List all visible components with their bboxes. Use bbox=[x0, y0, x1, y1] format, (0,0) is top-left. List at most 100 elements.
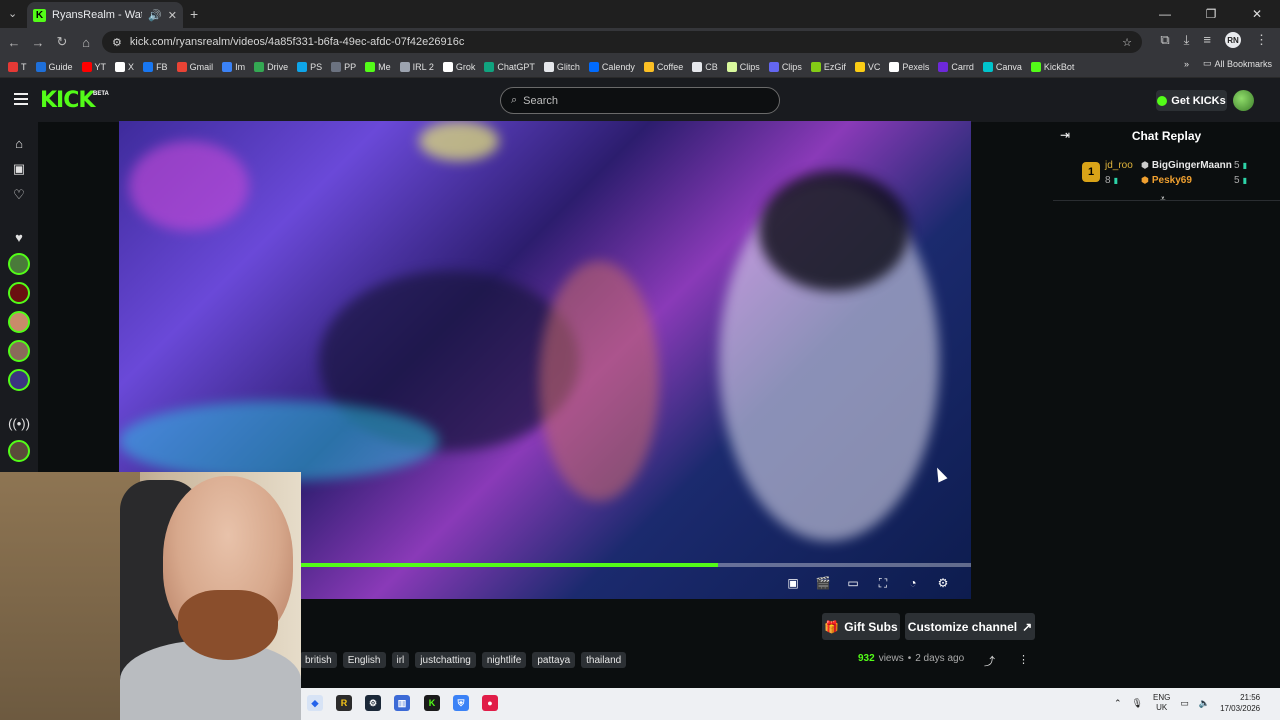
shield-icon[interactable]: ⛨ bbox=[453, 695, 469, 711]
bookmark-item[interactable]: Carrd bbox=[938, 61, 974, 72]
tag-chip[interactable]: british bbox=[300, 652, 337, 668]
followed-channel-avatar[interactable] bbox=[8, 253, 30, 275]
bookmark-item[interactable]: Drive bbox=[254, 61, 288, 72]
reload-icon[interactable]: ↻ bbox=[50, 34, 74, 50]
share-icon[interactable]: ⤴ bbox=[984, 653, 995, 669]
leaderboard-entry[interactable]: jd_roo bbox=[1105, 160, 1133, 171]
gift-count: 5 bbox=[1234, 160, 1240, 171]
taskbar-app-icon[interactable]: R bbox=[336, 695, 352, 711]
bookmark-item[interactable]: Me bbox=[365, 61, 391, 72]
bookmark-item[interactable]: T bbox=[8, 61, 27, 72]
minimize-icon[interactable]: — bbox=[1142, 0, 1188, 28]
followed-channel-avatar[interactable] bbox=[8, 340, 30, 362]
tag-chip[interactable]: thailand bbox=[581, 652, 627, 668]
bookmark-item[interactable]: X bbox=[115, 61, 134, 72]
all-bookmarks-button[interactable]: ▭ All Bookmarks bbox=[1203, 58, 1272, 69]
tab-audio-icon[interactable]: 🔊 bbox=[148, 9, 162, 22]
extensions-icon[interactable]: ⧉ bbox=[1160, 32, 1169, 48]
bookmark-item[interactable]: ChatGPT bbox=[484, 61, 535, 72]
bookmark-item[interactable]: Im bbox=[222, 61, 245, 72]
clock[interactable]: 21:56 17/03/2026 bbox=[1220, 692, 1260, 714]
theater-mode-icon[interactable]: ▭ bbox=[846, 576, 860, 590]
site-info-icon[interactable]: ⚙ bbox=[112, 36, 122, 49]
followed-channel-avatar[interactable] bbox=[8, 282, 30, 304]
network-icon[interactable]: ▭ bbox=[1180, 698, 1189, 709]
back-icon[interactable]: ← bbox=[2, 35, 26, 50]
home-nav-icon[interactable]: ⌂ bbox=[10, 134, 28, 152]
tag-chip[interactable]: nightlife bbox=[481, 652, 527, 668]
bookmark-item[interactable]: Calendy bbox=[588, 61, 635, 72]
taskbar-app-icon[interactable]: ▥ bbox=[394, 695, 410, 711]
bookmark-item[interactable]: IRL 2 bbox=[399, 61, 434, 72]
playback-speed-icon[interactable]: ◔ bbox=[906, 576, 920, 590]
bookmark-item[interactable]: KickBot bbox=[1030, 61, 1074, 72]
profile-avatar[interactable]: RN bbox=[1225, 32, 1241, 48]
bookmark-item[interactable]: Guide bbox=[35, 61, 73, 72]
search-input[interactable]: ⌕ Search bbox=[500, 87, 780, 114]
tag-chip[interactable]: justchatting bbox=[415, 652, 476, 668]
clip-icon[interactable]: 🎬 bbox=[816, 576, 831, 590]
bookmark-item[interactable]: Clips bbox=[768, 61, 802, 72]
language-indicator[interactable]: ENG UK bbox=[1153, 693, 1170, 713]
volume-icon[interactable]: 🔈 bbox=[1199, 698, 1210, 709]
followed-channel-avatar[interactable] bbox=[8, 369, 30, 391]
bookmark-item[interactable]: Coffee bbox=[643, 61, 683, 72]
home-icon[interactable]: ⌂ bbox=[74, 35, 98, 50]
fullscreen-icon[interactable]: ⛶ bbox=[876, 576, 890, 590]
tray-chevron-icon[interactable]: ⌃ bbox=[1114, 698, 1122, 709]
tag-chip[interactable]: pattaya bbox=[532, 652, 576, 668]
bookmark-item[interactable]: CB bbox=[692, 61, 718, 72]
bookmark-item[interactable]: YT bbox=[81, 61, 106, 72]
leaderboard-entry[interactable]: ⬢ BigGingerMaann bbox=[1141, 160, 1232, 171]
browser-tab[interactable]: K RyansRealm - Watch the VOD 🔊 ✕ bbox=[27, 2, 183, 28]
kick-logo[interactable]: KICK bbox=[40, 88, 95, 113]
bookmark-item[interactable]: Gmail bbox=[176, 61, 213, 72]
menu-icon[interactable] bbox=[14, 93, 28, 105]
recommended-channel-avatar[interactable] bbox=[8, 440, 30, 462]
taskbar-app-icon[interactable]: ● bbox=[482, 695, 498, 711]
bookmark-item[interactable]: Clips bbox=[726, 61, 760, 72]
more-options-icon[interactable]: ⋮ bbox=[1018, 653, 1029, 666]
close-window-icon[interactable]: ✕ bbox=[1234, 0, 1280, 28]
bookmark-label: Canva bbox=[995, 61, 1022, 72]
microphone-icon[interactable]: 🎙 bbox=[1132, 698, 1143, 709]
bookmark-star-icon[interactable]: ☆ bbox=[1122, 36, 1132, 49]
bookmark-item[interactable]: FB bbox=[143, 61, 168, 72]
media-control-icon[interactable]: ≡ bbox=[1203, 32, 1211, 48]
tab-close-icon[interactable]: ✕ bbox=[168, 9, 177, 22]
download-icon[interactable]: ⤓ bbox=[1184, 32, 1190, 48]
following-nav-icon[interactable]: ♡ bbox=[10, 186, 28, 204]
bookmark-item[interactable]: EzGif bbox=[810, 61, 846, 72]
kick-app-icon[interactable]: K bbox=[424, 695, 440, 711]
browser-menu-icon[interactable]: ⋮ bbox=[1255, 32, 1268, 48]
browse-nav-icon[interactable]: ▣ bbox=[10, 160, 28, 178]
get-kicks-button[interactable]: Get KICKs bbox=[1156, 90, 1227, 111]
steam-icon[interactable]: ⚙ bbox=[365, 695, 381, 711]
pip-icon[interactable]: ▣ bbox=[786, 576, 800, 590]
leaderboard-entry[interactable]: ⬢ Pesky69 bbox=[1141, 175, 1192, 186]
taskbar-app-icon[interactable]: ◆ bbox=[307, 695, 323, 711]
bookmark-item[interactable]: PP bbox=[331, 61, 356, 72]
user-avatar[interactable] bbox=[1233, 90, 1254, 111]
bookmarks-more-icon[interactable]: » bbox=[1184, 59, 1189, 69]
bookmark-item[interactable]: Glitch bbox=[543, 61, 580, 72]
kicks-coin-icon bbox=[1157, 95, 1168, 106]
bookmark-item[interactable]: Grok bbox=[442, 61, 475, 72]
bookmark-favicon-icon bbox=[1030, 61, 1041, 72]
forward-icon[interactable]: → bbox=[26, 35, 50, 50]
customize-channel-button[interactable]: Customize channel ↗ bbox=[905, 613, 1035, 640]
tag-chip[interactable]: irl bbox=[391, 652, 410, 668]
bookmark-item[interactable]: PS bbox=[297, 61, 322, 72]
tab-list-icon[interactable]: ⌄ bbox=[8, 7, 17, 20]
gift-subs-button[interactable]: 🎁 Gift Subs bbox=[822, 613, 900, 640]
address-bar[interactable]: ⚙ kick.com/ryansrealm/videos/4a85f331-b6… bbox=[102, 31, 1142, 53]
bookmark-item[interactable]: Pexels bbox=[889, 61, 929, 72]
new-tab-button[interactable]: + bbox=[190, 6, 198, 22]
bookmark-item[interactable]: VC bbox=[854, 61, 880, 72]
settings-icon[interactable]: ⚙ bbox=[936, 576, 950, 590]
bookmark-item[interactable]: Canva bbox=[982, 61, 1022, 72]
restore-icon[interactable]: ❐ bbox=[1188, 0, 1234, 28]
webcam-person bbox=[178, 590, 278, 660]
tag-chip[interactable]: English bbox=[342, 652, 386, 668]
followed-channel-avatar[interactable] bbox=[8, 311, 30, 333]
